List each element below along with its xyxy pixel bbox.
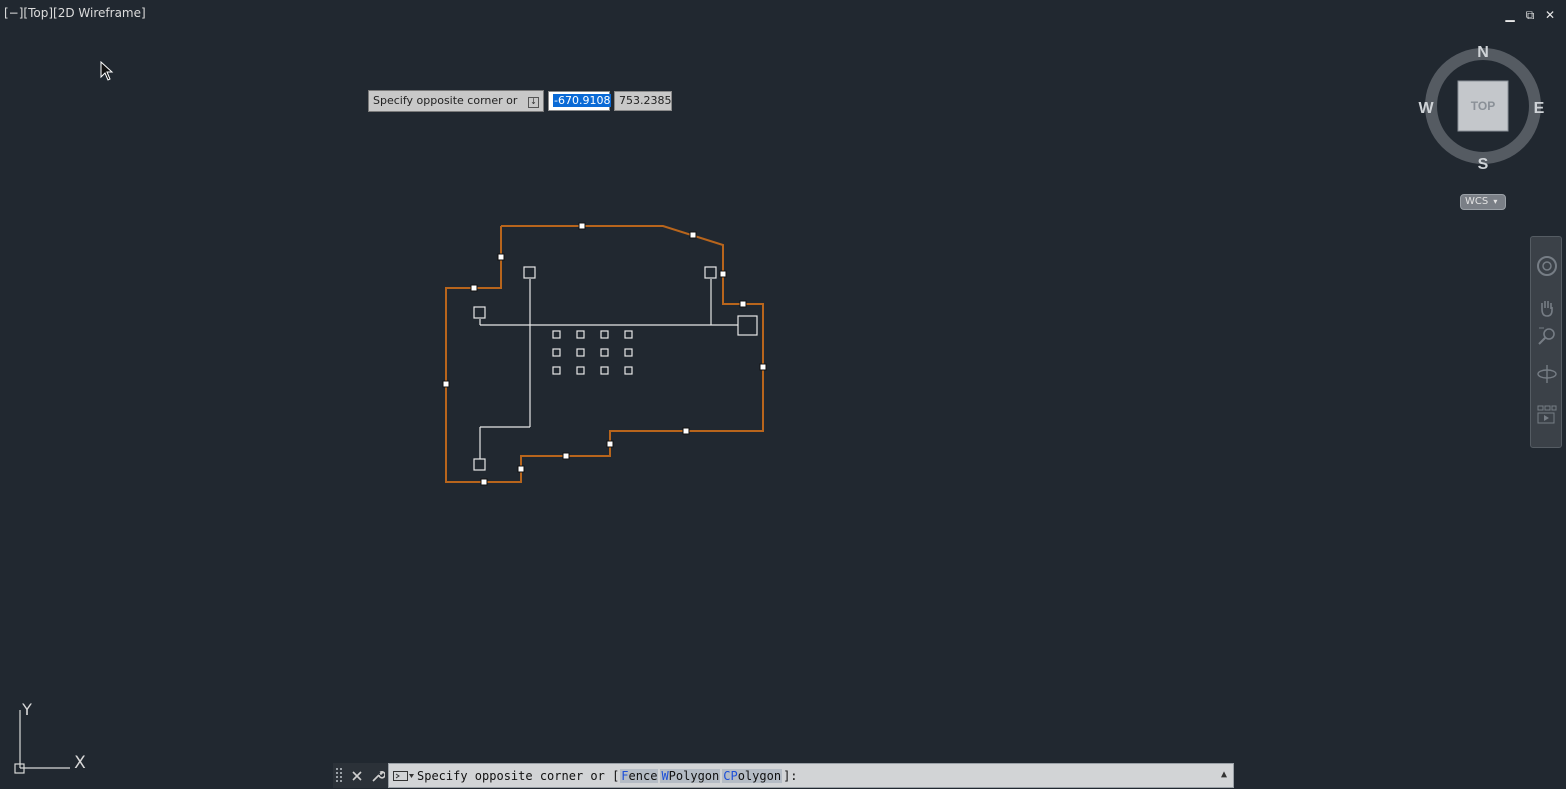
close-icon[interactable] [351,770,363,782]
zoom-extents-icon[interactable] [1536,325,1558,347]
drawing-canvas[interactable] [0,0,1566,789]
command-input[interactable]: Specify opposite corner or [ Fence WPoly… [388,763,1234,788]
wrench-icon[interactable] [371,769,385,783]
drawing-viewport[interactable]: [−] [Top] [2D Wireframe] ▁ ⧉ ✕ Specify o… [0,0,1566,789]
ucs-x-label: X [74,753,86,773]
command-prompt-icon[interactable] [393,770,415,782]
boundary-polyline[interactable] [445,225,764,483]
compass-north-label[interactable]: N [1477,44,1489,61]
pan-hand-icon[interactable] [1536,297,1558,319]
command-option-wpolygon-key: W [661,768,669,783]
command-prompt-text: Specify opposite corner or [ [417,768,620,783]
drag-handle-icon[interactable] [335,767,343,785]
command-option-wpolygon[interactable]: WPolygon [660,768,721,783]
command-option-wpolygon-rest: Polygon [668,768,720,783]
command-option-fence-rest: ence [628,768,658,783]
chevron-up-icon[interactable]: ▲ [1221,769,1227,780]
compass-east-label[interactable]: E [1534,100,1545,117]
equipment-boxes[interactable] [473,266,758,471]
compass-south-label[interactable]: S [1478,156,1489,173]
command-line: Specify opposite corner or [ Fence WPoly… [333,763,1234,788]
command-prompt-suffix: ]: [783,768,798,783]
ucs-y-label: Y [21,700,32,719]
steering-wheel-icon[interactable] [1536,255,1558,277]
command-option-cpolygon[interactable]: CPolygon [722,768,783,783]
viewcube[interactable]: TOP N S W E [1412,38,1556,214]
command-line-tools [333,763,388,788]
compass-west-label[interactable]: W [1418,100,1434,117]
command-option-fence-key: F [621,768,629,783]
showmotion-icon[interactable] [1536,403,1558,425]
orbit-icon[interactable] [1536,363,1558,385]
sprinkler-grid[interactable] [552,330,633,375]
wcs-menu-button[interactable]: WCS ▾ [1460,194,1506,210]
viewcube-face-label[interactable]: TOP [1471,99,1495,113]
boundary-grips[interactable] [442,222,767,486]
command-option-fence[interactable]: Fence [620,768,659,783]
command-option-cpolygon-rest: olygon [737,768,782,783]
command-option-cpolygon-key: CP [723,768,738,783]
navigation-bar [1530,236,1562,448]
wcs-label[interactable]: WCS [1465,196,1488,207]
chevron-down-icon: ▾ [1493,197,1498,206]
ucs-icon[interactable]: Y X [10,698,92,778]
